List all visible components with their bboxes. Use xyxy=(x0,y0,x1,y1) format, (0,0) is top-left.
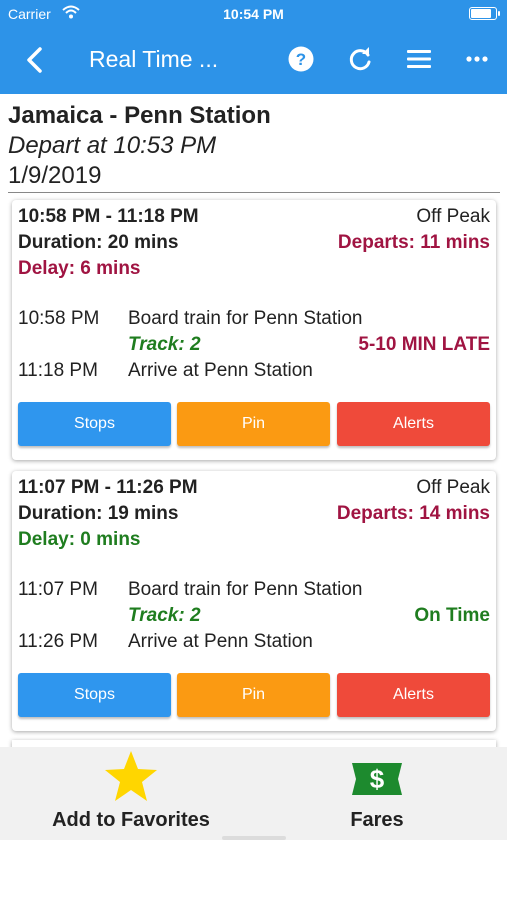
refresh-icon[interactable] xyxy=(347,46,373,72)
pin-button[interactable]: Pin xyxy=(177,402,330,446)
svg-text:$: $ xyxy=(370,764,385,794)
more-icon[interactable] xyxy=(465,54,489,64)
bottom-bar: Add to Favorites $ Fares xyxy=(0,747,507,840)
card-actions: Stops Pin Alerts xyxy=(18,673,490,717)
menu-icon[interactable] xyxy=(406,47,432,71)
help-icon[interactable]: ? xyxy=(288,46,314,72)
add-to-favorites-button[interactable]: Add to Favorites xyxy=(40,747,222,840)
arrive-time: 11:26 PM xyxy=(18,631,98,652)
delay-label: Delay: 0 mins xyxy=(18,529,141,550)
battery-icon xyxy=(469,7,500,20)
stops-button[interactable]: Stops xyxy=(18,402,171,446)
board-text: Board train for Penn Station xyxy=(128,308,363,329)
top-bar: Carrier 10:54 PM Real Time ... ? xyxy=(0,0,507,94)
departs-in: Departs: 14 mins xyxy=(336,503,490,524)
stops-button[interactable]: Stops xyxy=(18,673,171,717)
svg-text:?: ? xyxy=(296,50,306,69)
trip-time-range: 11:07 PM - 11:26 PM xyxy=(18,477,198,498)
dollar-bill-icon: $ xyxy=(352,763,402,795)
train-status: 5-10 MIN LATE xyxy=(358,334,490,355)
arrive-text: Arrive at Penn Station xyxy=(128,360,313,381)
trip-time-range: 10:58 PM - 11:18 PM xyxy=(18,206,199,227)
board-time: 11:07 PM xyxy=(18,579,98,600)
fare-type: Off Peak xyxy=(416,477,490,498)
trip-duration: Duration: 20 mins xyxy=(18,232,179,253)
card-actions: Stops Pin Alerts xyxy=(18,402,490,446)
fares-label: Fares xyxy=(350,809,404,831)
nav-bar: Real Time ... ? xyxy=(0,28,507,94)
route-title: Jamaica - Penn Station xyxy=(8,102,271,129)
track-label: Track: 2 xyxy=(128,605,201,626)
status-time: 10:54 PM xyxy=(223,6,284,22)
pin-button[interactable]: Pin xyxy=(177,673,330,717)
trip-card: 11:07 PM - 11:26 PM Off Peak Duration: 1… xyxy=(12,471,496,731)
board-text: Board train for Penn Station xyxy=(128,579,363,600)
fares-button[interactable]: $ Fares xyxy=(318,747,436,840)
board-time: 10:58 PM xyxy=(18,308,100,329)
delay-label: Delay: 6 mins xyxy=(18,258,141,279)
arrive-text: Arrive at Penn Station xyxy=(128,631,313,652)
nav-title: Real Time ... xyxy=(89,46,219,72)
trip-duration: Duration: 19 mins xyxy=(18,503,179,524)
home-indicator xyxy=(222,836,286,840)
header-divider xyxy=(8,192,500,193)
star-icon xyxy=(105,751,157,801)
arrive-time: 11:18 PM xyxy=(18,360,98,381)
fare-type: Off Peak xyxy=(416,206,490,227)
train-status: On Time xyxy=(414,605,490,626)
track-label: Track: 2 xyxy=(128,334,201,355)
favorites-label: Add to Favorites xyxy=(52,809,210,831)
trip-card: 10:58 PM - 11:18 PM Off Peak Duration: 2… xyxy=(12,200,496,460)
back-chevron-icon[interactable] xyxy=(20,44,52,76)
battery-fill xyxy=(471,9,491,18)
alerts-button[interactable]: Alerts xyxy=(337,402,490,446)
departs-in: Departs: 11 mins xyxy=(337,232,490,253)
depart-time: Depart at 10:53 PM xyxy=(8,132,217,159)
status-bar: Carrier 10:54 PM xyxy=(0,0,507,28)
trip-date: 1/9/2019 xyxy=(8,162,102,189)
alerts-button[interactable]: Alerts xyxy=(337,673,490,717)
